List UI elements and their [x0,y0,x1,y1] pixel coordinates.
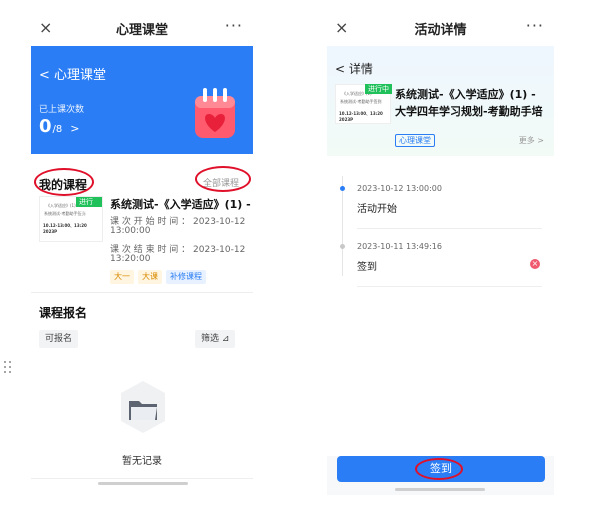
available-filter-button[interactable]: 可报名 [39,330,79,348]
back-button[interactable]: < 心理课堂 [39,64,106,83]
more-icon[interactable]: ··· [225,16,243,35]
timeline-dot [340,186,345,191]
course-type-tag: 补修课程 [166,270,206,284]
start-time-value: 13:00:00 [110,226,151,236]
divider [357,286,542,287]
status-badge: 进行中 [76,197,102,216]
lessons-count-label: 已上课次数 [39,105,85,115]
activity-title-line1: 系统测试-《入学适应》(1) - [395,88,536,101]
lessons-count-value: 0 [39,116,52,137]
course-list-screen: × 心理课堂 ··· < 心理课堂 已上课次数 0/8 > 我的课程 全部课程 《… [31,10,253,495]
filter-button[interactable]: 筛选 ⊿ [195,330,236,348]
home-indicator [98,482,188,485]
page-title: 心理课堂 [115,22,168,38]
lessons-total: /8 [52,124,63,135]
timeline-text: 活动开始 [357,204,397,215]
empty-folder-icon [121,381,165,433]
activity-detail-screen: × 活动详情 ··· < 详情 《入学适应》(1) 系统测试-考勤助手签到 10… [327,10,554,495]
annotation-ellipse [195,166,251,192]
timeline-line [342,176,343,276]
divider [31,478,253,479]
annotation-ellipse [34,168,94,196]
empty-state-text: 暂无记录 [122,456,162,467]
activity-timeline: 2023-10-12 13:00:00 活动开始 2023-10-11 13:4… [327,156,554,456]
calendar-heart-icon [195,88,235,138]
grade-tag: 大一 [110,270,134,284]
drag-grip-icon[interactable] [4,361,14,375]
annotation-ellipse [415,458,463,480]
thumb-text: 10.12-13:00、13:20 2023P [339,111,383,122]
top-nav-bar: × 活动详情 ··· [327,10,554,46]
thumb-text: 10.12-13:00、13:20 2023P [43,223,87,234]
divider [31,292,253,293]
course-header-banner: < 心理课堂 已上课次数 0/8 > [31,46,253,154]
status-badge: 进行中 [365,84,392,94]
category-tag: 心理课堂 [395,134,435,147]
top-nav-bar: × 心理课堂 ··· [31,10,253,46]
end-time-value: 13:20:00 [110,254,151,264]
timeline-dot [340,244,345,249]
activity-title-line2: 大学四年学习规划-考勤助手培 [395,105,543,118]
lessons-count[interactable]: 0/8 > [39,116,79,137]
timeline-text: 签到 [357,262,377,273]
class-type-tag: 大课 [138,270,162,284]
timeline-time: 2023-10-11 13:49:16 [357,242,442,251]
thumb-text: 系统测试-考勤助手签到 [340,99,382,104]
back-button[interactable]: < 详情 [335,60,373,77]
course-thumbnail: 《入学适应》(1) 系统测试-考勤助手签到 10.12-13:00、13:20 … [39,196,103,242]
thumb-text: 《入学适应》(1) [46,203,76,208]
timeline-time: 2023-10-12 13:00:00 [357,184,442,193]
divider [357,228,542,229]
close-icon[interactable]: × [39,18,52,37]
more-icon[interactable]: ··· [526,16,544,35]
course-title: 系统测试-《入学适应》(1) - [110,198,251,211]
home-indicator [395,488,485,491]
chevron-right-icon: > [70,122,80,135]
activity-summary-header: < 详情 《入学适应》(1) 系统测试-考勤助手签到 10.12-13:00、1… [327,46,554,156]
close-icon[interactable]: × [335,18,348,37]
enroll-section-title: 课程报名 [39,306,88,320]
remove-icon[interactable]: × [530,259,540,269]
page-title: 活动详情 [414,22,467,38]
more-link[interactable]: 更多 > [519,135,544,146]
